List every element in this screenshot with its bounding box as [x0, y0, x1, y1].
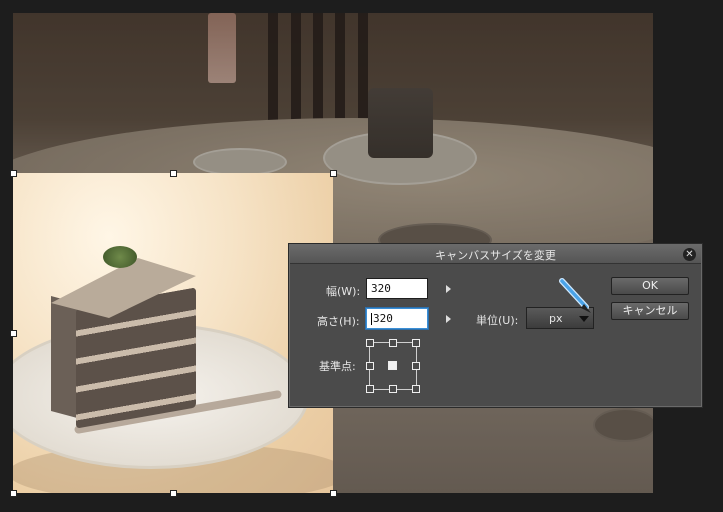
resize-handle-left[interactable]	[10, 330, 17, 337]
unit-label: 単位(U):	[476, 314, 519, 327]
width-label: 幅(W):	[326, 285, 361, 298]
resize-handle-bottom-left[interactable]	[10, 490, 17, 497]
ok-button[interactable]: OK	[611, 277, 689, 295]
width-value: 320	[371, 282, 391, 295]
cake-slice	[51, 246, 196, 429]
background-plate	[593, 408, 653, 442]
anchor-top-right[interactable]	[412, 339, 420, 347]
resize-handle-top[interactable]	[170, 170, 177, 177]
pen-icon	[559, 278, 591, 313]
height-label: 高さ(H):	[317, 315, 360, 328]
resize-handle-top-left[interactable]	[10, 170, 17, 177]
anchor-left[interactable]	[366, 362, 374, 370]
anchor-right[interactable]	[412, 362, 420, 370]
height-field[interactable]: 320	[366, 308, 428, 329]
anchor-bottom-left[interactable]	[366, 385, 374, 393]
close-icon[interactable]: ✕	[683, 248, 696, 261]
background-plate	[193, 148, 287, 176]
wall-stripe	[291, 13, 301, 133]
text-caret	[371, 313, 372, 325]
wall-stripe	[358, 13, 368, 133]
anchor-bottom-right[interactable]	[412, 385, 420, 393]
anchor-label: 基準点:	[319, 360, 356, 373]
width-field[interactable]: 320	[366, 278, 428, 299]
arrow-right-icon[interactable]	[446, 315, 451, 323]
wall-stripe	[313, 13, 323, 133]
wall-stripe	[335, 13, 345, 133]
dialog-titlebar[interactable]: キャンバスサイズを変更 ✕	[290, 245, 701, 264]
garnish	[103, 246, 137, 268]
height-value: 320	[373, 312, 393, 325]
arrow-right-icon[interactable]	[446, 285, 451, 293]
canvas-size-dialog: キャンバスサイズを変更 ✕ 幅(W): 320 高さ(H): 320 単位(U)…	[288, 243, 703, 408]
anchor-top-left[interactable]	[366, 339, 374, 347]
background-cake	[368, 88, 433, 158]
anchor-bottom[interactable]	[389, 385, 397, 393]
resize-handle-top-right[interactable]	[330, 170, 337, 177]
background-glass	[208, 13, 236, 83]
resize-handle-bottom[interactable]	[170, 490, 177, 497]
anchor-grid[interactable]	[366, 339, 420, 393]
cancel-button[interactable]: キャンセル	[611, 302, 689, 320]
wall-stripe	[268, 13, 278, 133]
resize-handle-bottom-right[interactable]	[330, 490, 337, 497]
dialog-title: キャンバスサイズを変更	[435, 249, 556, 262]
canvas-selection[interactable]	[13, 173, 333, 493]
anchor-center[interactable]	[388, 361, 397, 370]
anchor-top[interactable]	[389, 339, 397, 347]
